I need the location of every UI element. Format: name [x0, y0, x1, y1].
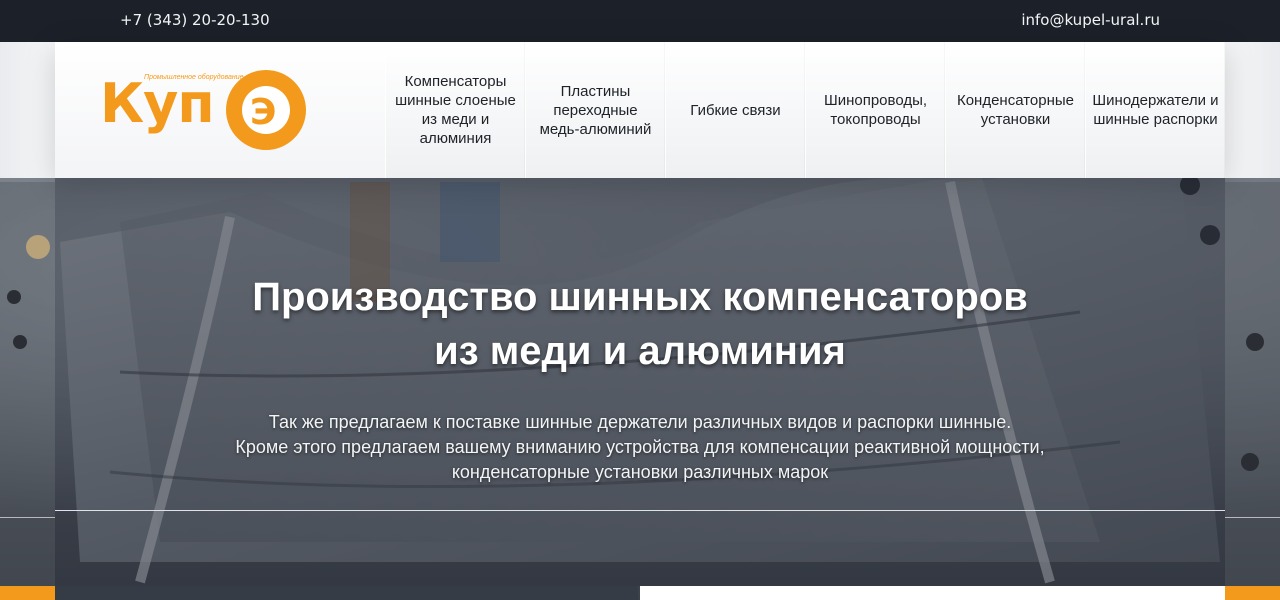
hero-divider-right: [1225, 517, 1280, 518]
hero-text-line-2: Кроме этого предлагаем вашему вниманию у…: [235, 437, 1045, 457]
top-bar: +7 (343) 20-20-130 info@kupel-ural.ru: [0, 0, 1280, 42]
header-edge-right: [1225, 42, 1280, 178]
header-edge-left: [0, 42, 55, 178]
hero-overlay: [55, 178, 1225, 586]
nav-item-bus-holders[interactable]: Шинодержатели и шинные распорки: [1085, 42, 1225, 178]
logo-text: Куп: [100, 72, 215, 135]
accent-strip-left: [0, 586, 55, 600]
company-logo[interactable]: Куп Э Промышленное оборудование: [100, 64, 310, 160]
main-navigation: Компенсаторы шинные слоеные из меди и ал…: [385, 42, 1225, 178]
nav-item-compensators[interactable]: Компенсаторы шинные слоеные из меди и ал…: [385, 42, 525, 178]
logo-tagline: Промышленное оборудование: [144, 74, 244, 81]
hero-description: Так же предлагаем к поставке шинные держ…: [55, 410, 1225, 485]
content-panel-light: [640, 586, 1225, 600]
nav-item-flexible-links[interactable]: Гибкие связи: [665, 42, 805, 178]
nav-item-busways[interactable]: Шинопроводы, токопроводы: [805, 42, 945, 178]
hero-title: Производство шинных компенсаторов из мед…: [55, 270, 1225, 378]
hero-text-line-1: Так же предлагаем к поставке шинные держ…: [268, 412, 1012, 432]
nav-item-transition-plates[interactable]: Пластины переходные медь-алюминий: [525, 42, 665, 178]
email-link[interactable]: info@kupel-ural.ru: [1021, 11, 1160, 29]
logo-mark: Э: [250, 92, 277, 133]
accent-strip-right: [1225, 586, 1280, 600]
hero-divider-left: [0, 517, 55, 518]
hero-divider: [55, 510, 1225, 511]
phone-link[interactable]: +7 (343) 20-20-130: [120, 11, 270, 29]
content-panel-dark: [55, 586, 638, 600]
hero-title-line-2: из меди и алюминия: [434, 329, 846, 373]
nav-item-capacitor-units[interactable]: Конденсаторные установки: [945, 42, 1085, 178]
hero-title-line-1: Производство шинных компенсаторов: [252, 275, 1028, 319]
hero-text-line-3: конденсаторные установки различных марок: [451, 462, 829, 482]
